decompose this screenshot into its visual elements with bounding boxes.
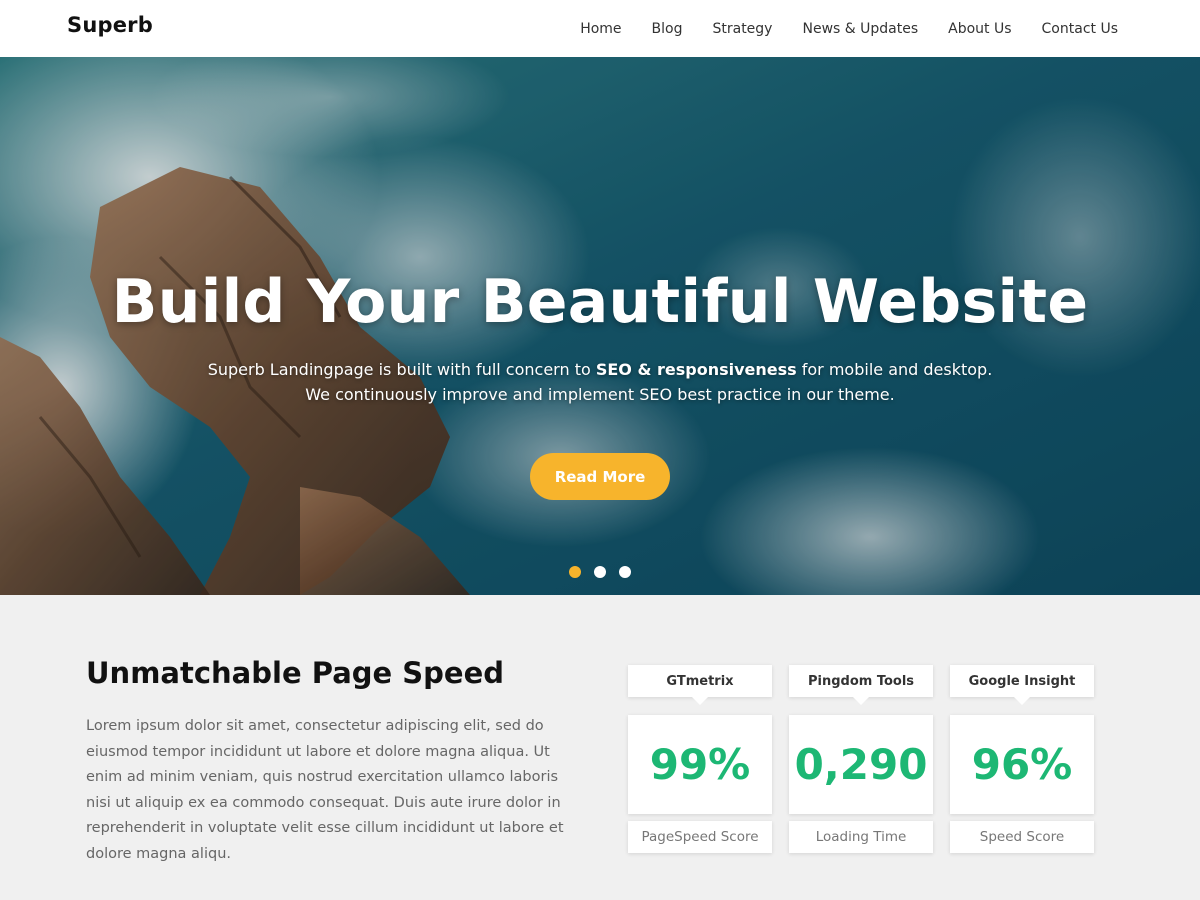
stat-card-gtmetrix: GTmetrix: [628, 665, 772, 697]
stat-label-card: PageSpeed Score: [628, 821, 772, 853]
slider-dot-2[interactable]: [594, 566, 606, 578]
stat-tool-name: GTmetrix: [628, 665, 772, 697]
stat-tool-name: Pingdom Tools: [789, 665, 933, 697]
section-title: Unmatchable Page Speed: [86, 656, 505, 690]
hero-subtitle-line2: We continuously improve and implement SE…: [305, 385, 895, 404]
hero-subtitle-text: Superb Landingpage is built with full co…: [207, 360, 596, 379]
stat-tool-name: Google Insight: [950, 665, 1094, 697]
read-more-button[interactable]: Read More: [530, 453, 670, 500]
stat-label: PageSpeed Score: [641, 829, 759, 845]
nav-news-updates[interactable]: News & Updates: [802, 21, 918, 37]
hero-slider: Build Your Beautiful Website Superb Land…: [0, 57, 1200, 595]
hero-subtitle: Superb Landingpage is built with full co…: [0, 357, 1200, 407]
nav-home[interactable]: Home: [580, 21, 621, 37]
stat-label-card: Speed Score: [950, 821, 1094, 853]
slider-dot-3[interactable]: [619, 566, 631, 578]
hero-subtitle-highlight: SEO & responsiveness: [595, 360, 797, 379]
nav-blog[interactable]: Blog: [652, 21, 683, 37]
stat-value-card: 96%: [950, 715, 1094, 814]
nav-about-us[interactable]: About Us: [948, 21, 1011, 37]
stat-value-card: 0,290: [789, 715, 933, 814]
stat-label-card: Loading Time: [789, 821, 933, 853]
nav-contact-us[interactable]: Contact Us: [1042, 21, 1118, 37]
stat-card-pingdom: Pingdom Tools: [789, 665, 933, 697]
stat-card-google-insight: Google Insight: [950, 665, 1094, 697]
site-logo[interactable]: Superb: [67, 13, 153, 37]
section-text: Lorem ipsum dolor sit amet, consectetur …: [86, 718, 564, 862]
stat-value: 0,290: [794, 740, 928, 789]
nav-strategy[interactable]: Strategy: [712, 21, 772, 37]
hero-title: Build Your Beautiful Website: [111, 267, 1089, 337]
stat-value-card: 99%: [628, 715, 772, 814]
stat-value: 96%: [971, 740, 1073, 789]
stat-label: Speed Score: [979, 829, 1065, 845]
site-header: Superb Home Blog Strategy News & Updates…: [0, 0, 1200, 57]
main-nav: Home Blog Strategy News & Updates About …: [550, 0, 1118, 57]
slider-pagination: [0, 566, 1200, 578]
stat-value: 99%: [649, 740, 751, 789]
stat-label: Loading Time: [815, 829, 907, 845]
slider-dot-1[interactable]: [569, 566, 581, 578]
hero-subtitle-text: for mobile and desktop.: [796, 360, 993, 379]
